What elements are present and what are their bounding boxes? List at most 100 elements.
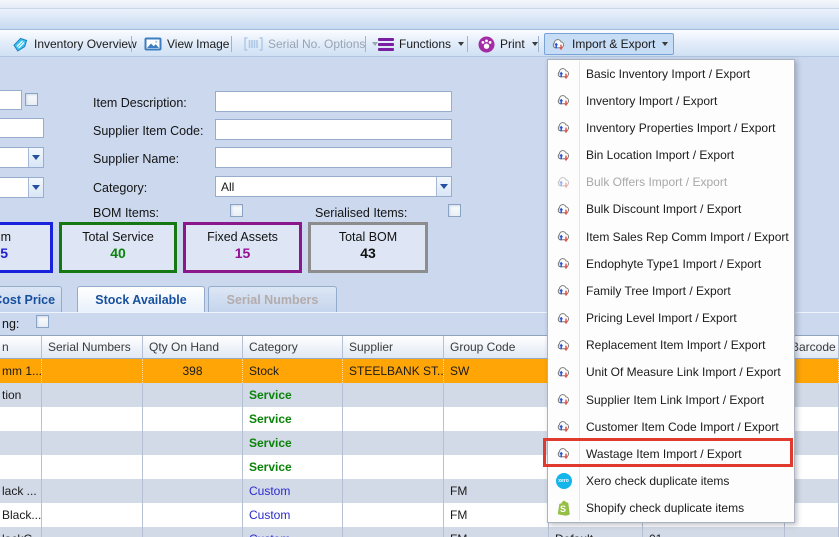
toolbar-separator [131, 36, 132, 52]
menu-item[interactable]: Replacement Item Import / Export [548, 332, 794, 359]
menu-item-label: Unit Of Measure Link Import / Export [586, 365, 781, 380]
supplier-name-input[interactable] [215, 147, 452, 168]
table-cell: Service [243, 383, 343, 407]
chevron-down-icon [28, 148, 43, 167]
menu-item[interactable]: Item Sales Rep Comm Import / Export [548, 223, 794, 250]
column-header[interactable]: Group Code [444, 336, 549, 358]
menu-item[interactable]: Inventory Properties Import / Export [548, 114, 794, 141]
menu-item-label: Pricing Level Import / Export [586, 311, 737, 326]
inventory-overview-button[interactable]: Inventory Overview [6, 33, 143, 55]
filter-field-2[interactable] [0, 118, 44, 138]
menu-item[interactable]: Supplier Item Link Import / Export [548, 386, 794, 413]
menu-item[interactable]: Bin Location Import / Export [548, 142, 794, 169]
print-icon [478, 36, 495, 53]
import-export-button[interactable]: Import & Export [544, 33, 675, 55]
supplier-item-code-input[interactable] [215, 119, 452, 140]
table-cell: Custom [243, 503, 343, 527]
menu-item[interactable]: Unit Of Measure Link Import / Export [548, 359, 794, 386]
column-header[interactable]: Supplier [343, 336, 444, 358]
cloud-updown-icon [555, 175, 572, 190]
tab-stock-available-label: Stock Available [95, 293, 187, 307]
menu-item[interactable]: Pricing Level Import / Export [548, 305, 794, 332]
functions-label: Functions [399, 37, 452, 51]
menu-item[interactable]: Family Tree Import / Export [548, 277, 794, 304]
table-cell [343, 455, 444, 479]
supplier-name-label: Supplier Name: [93, 152, 180, 166]
toolbar-separator [231, 36, 232, 52]
cloud-updown-icon [555, 66, 572, 81]
summary-box-value: 40 [110, 245, 126, 261]
table-row[interactable]: lackG Custom FMDefault01 [0, 527, 839, 537]
table-cell [143, 431, 243, 455]
tab-serial-numbers-label: Serial Numbers [226, 293, 319, 307]
table-cell [0, 407, 42, 431]
table-cell: 398 [143, 359, 243, 383]
menu-bars-icon [378, 37, 394, 51]
table-cell: Service [243, 431, 343, 455]
summary-box-value: 43 [360, 245, 376, 261]
menu-item[interactable]: Customer Item Code Import / Export [548, 413, 794, 440]
table-cell [42, 455, 143, 479]
menu-item-label: Item Sales Rep Comm Import / Export [586, 229, 789, 244]
item-description-input[interactable] [215, 91, 452, 112]
table-cell: FM [444, 479, 549, 503]
menu-item[interactable]: Bulk Discount Import / Export [548, 196, 794, 223]
print-button[interactable]: Print [472, 33, 544, 55]
column-header[interactable]: Qty On Hand [143, 336, 243, 358]
print-label: Print [500, 37, 525, 51]
annotation-highlight-box [543, 438, 793, 467]
summary-box: Fixed Assets 15 [183, 222, 302, 273]
table-cell: Default [549, 527, 643, 537]
column-header[interactable]: n [0, 336, 42, 358]
filter-field-1[interactable] [0, 90, 22, 110]
cloud-updown-icon [555, 338, 572, 353]
table-cell [143, 527, 243, 537]
xero-icon: xero [555, 473, 572, 490]
table-cell [444, 455, 549, 479]
serialised-items-label: Serialised Items: [315, 206, 408, 220]
menu-item-label: Endophyte Type1 Import / Export [586, 256, 762, 271]
tag-icon [12, 36, 29, 53]
menu-item[interactable]: Basic Inventory Import / Export [548, 60, 794, 87]
cloud-updown-icon [555, 229, 572, 244]
filter-checkbox-1[interactable] [25, 93, 38, 106]
menu-item: Bulk Offers Import / Export [548, 169, 794, 196]
toolbar-separator [365, 36, 366, 52]
table-cell [143, 479, 243, 503]
column-header[interactable]: Serial Numbers [42, 336, 143, 358]
serialised-items-checkbox[interactable] [448, 204, 461, 217]
menu-item-label: Bulk Discount Import / Export [586, 202, 742, 217]
category-select[interactable]: All [215, 176, 452, 197]
grouping-toggle-checkbox[interactable] [36, 315, 49, 328]
menu-item[interactable]: S Shopify check duplicate items [548, 495, 794, 522]
tab-stock-available[interactable]: Stock Available [77, 286, 205, 312]
filter-select-1[interactable] [0, 147, 44, 168]
column-header[interactable]: Category [243, 336, 343, 358]
cloud-import-export-icon [550, 37, 567, 52]
table-cell: Service [243, 407, 343, 431]
functions-button[interactable]: Functions [372, 33, 470, 55]
cloud-updown-icon [555, 311, 572, 326]
table-cell: SW [444, 359, 549, 383]
tab-cost-price[interactable]: r Cost Price [0, 286, 62, 312]
table-cell: Stock [243, 359, 343, 383]
table-cell: tion [0, 383, 42, 407]
menu-item-label: Customer Item Code Import / Export [586, 419, 779, 434]
bom-items-checkbox[interactable] [230, 204, 243, 217]
menu-item-label: Basic Inventory Import / Export [586, 66, 751, 81]
table-cell [42, 479, 143, 503]
summary-box-label: Fixed Assets [207, 230, 278, 244]
filter-select-2[interactable] [0, 177, 44, 198]
cloud-updown-icon [555, 419, 572, 434]
supplier-item-code-label: Supplier Item Code: [93, 124, 204, 138]
menu-item[interactable]: Inventory Import / Export [548, 87, 794, 114]
view-image-button[interactable]: View Image [138, 33, 235, 55]
menu-item[interactable]: Endophyte Type1 Import / Export [548, 250, 794, 277]
table-cell [343, 383, 444, 407]
table-cell [0, 431, 42, 455]
summary-box-label: Total BOM [338, 230, 398, 244]
menu-item[interactable]: xero Xero check duplicate items [548, 468, 794, 495]
chevron-down-icon [28, 178, 43, 197]
bom-items-label: BOM Items: [93, 206, 159, 220]
chevron-down-icon [662, 42, 669, 46]
